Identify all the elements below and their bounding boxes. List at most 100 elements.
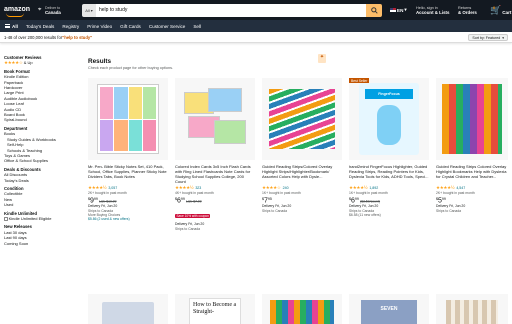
reviews-filter[interactable]: ★★★★☆ & Up <box>4 60 82 65</box>
new-release-item[interactable]: Coming Soon <box>4 241 82 246</box>
top-nav: amazon ⌖ Deliver toCanada All▾ EN▾ Hello… <box>0 0 512 20</box>
account-label: Account & Lists <box>416 9 450 15</box>
search-icon <box>370 6 378 14</box>
product-title[interactable]: Colored Index Cards 3x5 Inch Flash Cards… <box>175 164 255 184</box>
product-card[interactable]: Guided Reading Strips Colored Overlay Hi… <box>436 78 508 213</box>
product-price[interactable]: $999 List: $10.99 <box>88 197 168 204</box>
sponsored-ad-icon[interactable]: ✦ <box>318 54 326 63</box>
product-image[interactable] <box>88 78 168 160</box>
buying-offers[interactable]: $5.86 (2 used & new offers) <box>88 217 168 221</box>
product-image[interactable]: FingerFocus Best Seller <box>349 78 429 160</box>
search-bar: All ▾ <box>82 3 382 17</box>
checkbox-icon <box>4 217 8 221</box>
amazon-logo[interactable]: amazon <box>4 6 34 17</box>
all-menu-label: All <box>12 23 18 29</box>
kindle-unlimited-checkbox[interactable]: Kindle Unlimited Eligible <box>4 216 82 221</box>
book-format-item-label: Loose Leaf <box>4 101 24 107</box>
price-cents: 99 <box>93 197 98 201</box>
product-title[interactable]: Guided Reading Strips Colored Overlay Hi… <box>436 164 508 184</box>
language-selector[interactable]: EN ▾ <box>390 7 410 13</box>
deals-item[interactable]: Today's Deals <box>4 178 82 183</box>
subnav-sell[interactable]: Sell <box>193 24 201 29</box>
price-cents: 99 <box>354 197 359 201</box>
account-lists[interactable]: Hello, sign in Account & Lists <box>416 6 456 15</box>
best-seller-badge: Best Seller <box>349 78 370 83</box>
subnav-gift-cards[interactable]: Gift Cards <box>120 24 141 29</box>
sort-label: Sort by: Featured <box>472 35 501 40</box>
search-category-label: All <box>85 7 90 13</box>
book-format-item[interactable]: Spiral-bound <box>4 117 82 122</box>
department-item[interactable]: Office & School Supplies <box>4 158 82 163</box>
book-format-item-label: Board Book <box>4 112 25 118</box>
condition-item-label: New <box>4 196 13 202</box>
subnav-customer-service[interactable]: Customer Service <box>149 24 186 29</box>
product-price[interactable]: $599 <box>436 197 508 204</box>
results-count: 1-48 of over 200,000 results for <box>4 34 63 40</box>
search-category-select[interactable]: All ▾ <box>82 3 96 17</box>
book-format-item-label: Kindle Edition <box>4 74 29 80</box>
book-format-item-label: Hardcover <box>4 85 23 91</box>
coupon-badge[interactable]: Save 10% with coupon <box>175 214 211 219</box>
product-title[interactable]: hand2mind FingerFocus Highlighter, Guide… <box>349 164 429 184</box>
product-card[interactable]: Colored Index Cards 3x5 Inch Flash Cards… <box>175 78 255 231</box>
condition-item-label: Used <box>4 202 14 208</box>
product-title[interactable]: Mr. Pen- Bible Sticky Notes Set, 410 Pac… <box>88 164 168 184</box>
search-input[interactable] <box>96 3 366 17</box>
bought-count: 1K+ bought in past month <box>262 191 301 195</box>
ships-to: Ships to Canada <box>436 208 462 213</box>
list-price: ($3.50/count) <box>360 199 381 204</box>
department-item-label: Study Guides & Workbooks <box>7 136 56 142</box>
book-format-item-label: Large Print <box>4 90 24 96</box>
price-cents: 95 <box>267 197 272 201</box>
bought-count: 2K+ bought in past month <box>436 191 475 195</box>
book-cover-title: SEVEN <box>361 300 417 324</box>
price-cents: 99 <box>180 197 185 201</box>
condition-item[interactable]: Used <box>4 202 82 207</box>
filter-sidebar: Customer Reviews ★★★★☆ & Up Book Format … <box>4 55 82 246</box>
language-label: EN <box>397 7 404 13</box>
subnav-prime-video[interactable]: Prime Video <box>87 24 112 29</box>
bought-count: 1K+ bought in past month <box>349 191 388 195</box>
deliver-to[interactable]: ⌖ Deliver to Canada <box>38 6 76 15</box>
product-card[interactable]: FingerFocus Best Seller hand2mind FingerFo… <box>349 78 429 217</box>
product-price[interactable]: $795 <box>262 197 342 204</box>
deals-item-label: Today's Deals <box>4 177 29 183</box>
buying-choices[interactable]: $6.58 (11 new offers) <box>349 213 429 217</box>
returns-orders[interactable]: Returns & Orders <box>458 6 488 15</box>
logo-text: amazon <box>4 6 31 13</box>
ships-to: Ships to Canada <box>262 208 288 213</box>
product-card[interactable]: Mr. Pen- Bible Sticky Notes Set, 410 Pac… <box>88 78 168 221</box>
rating-count: 1,892 <box>369 186 379 190</box>
chevron-down-icon: ▾ <box>404 7 407 12</box>
cart-button[interactable]: 🛒 0 Cart <box>490 4 512 15</box>
subnav-todays-deals[interactable]: Today's Deals <box>26 24 54 29</box>
department-item-label: Office & School Supplies <box>4 158 48 164</box>
orders-label: & Orders <box>458 9 477 15</box>
list-price: List: $10.99 <box>99 199 117 204</box>
new-release-item-label: Last 30 days <box>4 229 27 235</box>
product-price[interactable]: $699 List: $7.99 <box>175 197 255 204</box>
condition-item-label: Collectible <box>4 191 23 197</box>
product-image[interactable] <box>436 78 508 160</box>
rating-count: 323 <box>195 186 202 190</box>
deliver-location: Canada <box>45 9 61 15</box>
rating-count: 240 <box>282 186 289 190</box>
search-button[interactable] <box>366 3 382 17</box>
subnav-registry[interactable]: Registry <box>62 24 79 29</box>
cart-icon: 🛒 0 <box>490 4 502 15</box>
results-heading: Results <box>88 58 112 65</box>
rating-count: 3,057 <box>108 186 118 190</box>
chevron-down-icon: ▾ <box>90 7 93 13</box>
cart-label: Cart <box>502 9 512 15</box>
book-format-item-label: Audio CD <box>4 106 22 112</box>
product-card[interactable]: Guided Reading Strips/Colored Overlay Hi… <box>262 78 342 213</box>
product-image[interactable] <box>262 78 342 160</box>
all-menu-button[interactable]: All <box>5 24 18 29</box>
chevron-down-icon: ▾ <box>502 35 504 40</box>
product-image[interactable] <box>175 78 255 160</box>
product-title[interactable]: Guided Reading Strips/Colored Overlay Hi… <box>262 164 342 184</box>
sort-dropdown[interactable]: Sort by: Featured ▾ <box>468 34 508 41</box>
sub-nav: All Today's Deals Registry Prime Video G… <box>0 20 512 32</box>
product-price[interactable]: $699 ($3.50/count) <box>349 197 429 204</box>
location-pin-icon: ⌖ <box>38 7 42 13</box>
